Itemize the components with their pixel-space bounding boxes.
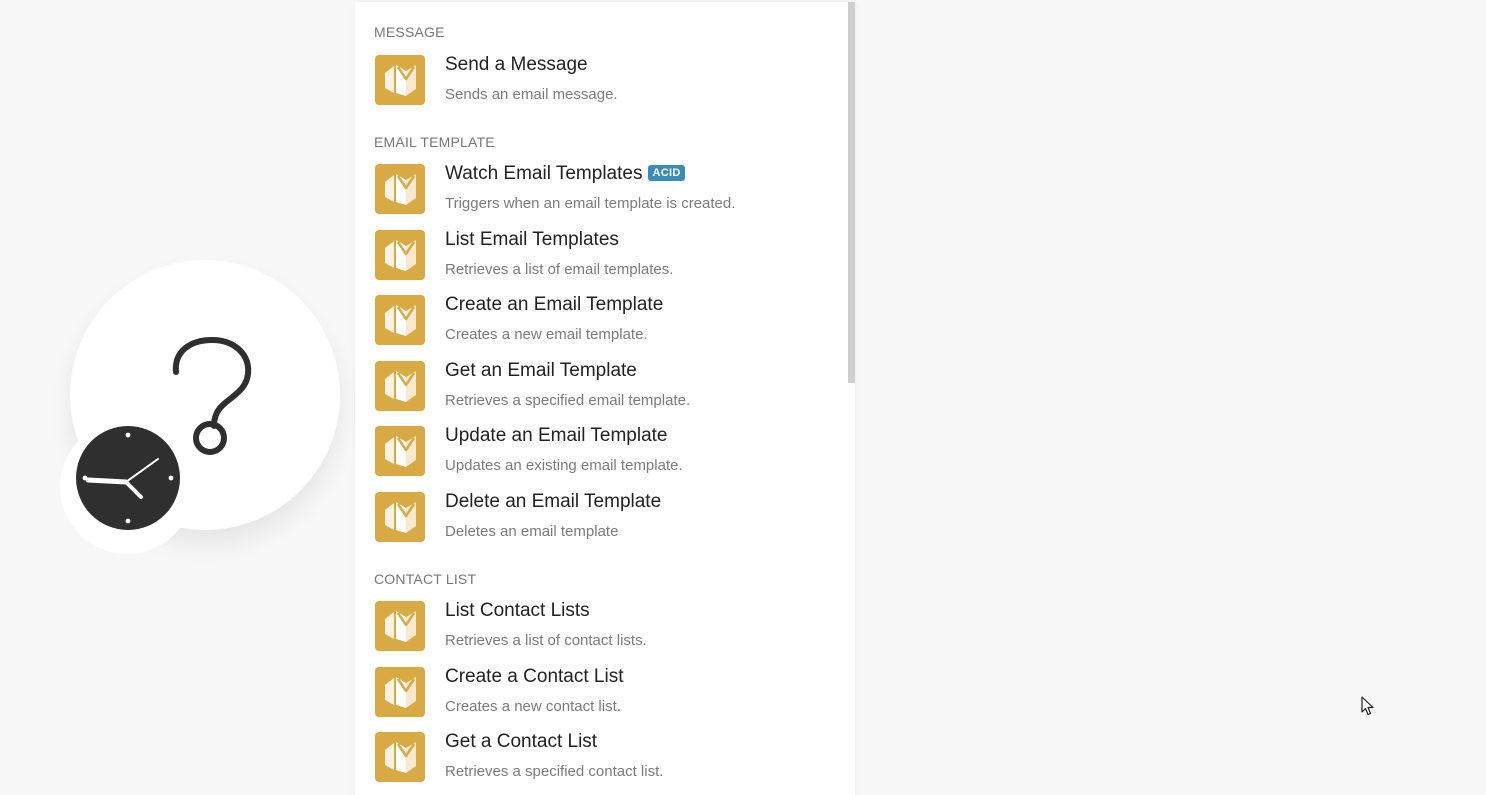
action-picker-panel: MESSAGE Send a Message Sends an email me…: [355, 2, 855, 795]
action-delete-email-template[interactable]: Delete an Email Template Deletes an emai…: [374, 491, 844, 546]
acid-badge: ACID: [648, 165, 685, 181]
action-description: Triggers when an email template is creat…: [445, 195, 736, 212]
section-title-email-template: EMAIL TEMPLATE: [374, 134, 495, 150]
question-mark-icon: [172, 336, 252, 455]
action-send-message[interactable]: Send a Message Sends an email message.: [374, 54, 844, 109]
scrollbar-thumb[interactable]: [848, 2, 855, 383]
scrollbar-track[interactable]: [848, 2, 855, 795]
scenario-canvas: MESSAGE Send a Message Sends an email me…: [0, 0, 1486, 795]
action-description: Retrieves a specified email template.: [445, 392, 691, 409]
action-title: List Email Templates: [445, 229, 619, 250]
action-create-email-template[interactable]: Create an Email Template Creates a new e…: [374, 294, 844, 349]
app-logo-icon: [375, 361, 425, 411]
section-title-contact-list: CONTACT LIST: [374, 571, 477, 587]
mouse-cursor-icon: [1361, 696, 1374, 716]
app-logo-icon: [375, 426, 425, 476]
action-title: Get a Contact List: [445, 731, 598, 752]
app-logo-icon: [375, 732, 425, 782]
app-logo-icon: [375, 164, 425, 214]
action-title: Send a Message: [445, 54, 588, 75]
section-title-message: MESSAGE: [374, 24, 445, 40]
action-title: Update an Email Template: [445, 425, 668, 446]
action-get-email-template[interactable]: Get an Email Template Retrieves a specif…: [374, 360, 844, 415]
action-title: Create a Contact List: [445, 666, 624, 687]
action-list-contact-lists[interactable]: List Contact Lists Retrieves a list of c…: [374, 600, 844, 655]
app-logo-icon: [375, 492, 425, 542]
action-title-text: Watch Email Templates: [445, 163, 643, 184]
action-title: Delete an Email Template: [445, 491, 662, 512]
action-description: Updates an existing email template.: [445, 457, 683, 474]
app-logo-icon: [375, 667, 425, 717]
action-title: Watch Email Templates ACID: [445, 163, 685, 185]
app-logo-icon: [375, 230, 425, 280]
app-logo-icon: [375, 601, 425, 651]
action-description: Sends an email message.: [445, 86, 618, 103]
action-update-email-template[interactable]: Update an Email Template Updates an exis…: [374, 425, 844, 480]
app-logo-icon: [375, 295, 425, 345]
action-description: Creates a new contact list.: [445, 698, 621, 715]
action-list-email-templates[interactable]: List Email Templates Retrieves a list of…: [374, 229, 844, 284]
action-description: Retrieves a list of email templates.: [445, 261, 674, 278]
action-create-contact-list[interactable]: Create a Contact List Creates a new cont…: [374, 666, 844, 721]
app-logo-icon: [375, 55, 425, 105]
action-title: Get an Email Template: [445, 360, 637, 381]
action-watch-email-templates[interactable]: Watch Email Templates ACID Triggers when …: [374, 163, 844, 218]
action-title: Create an Email Template: [445, 294, 664, 315]
clock-icon: [76, 426, 180, 530]
action-description: Deletes an email template: [445, 523, 619, 540]
action-get-contact-list[interactable]: Get a Contact List Retrieves a specified…: [374, 731, 844, 786]
action-description: Retrieves a specified contact list.: [445, 763, 664, 780]
action-description: Creates a new email template.: [445, 326, 648, 343]
action-description: Retrieves a list of contact lists.: [445, 632, 647, 649]
action-title: List Contact Lists: [445, 600, 590, 621]
